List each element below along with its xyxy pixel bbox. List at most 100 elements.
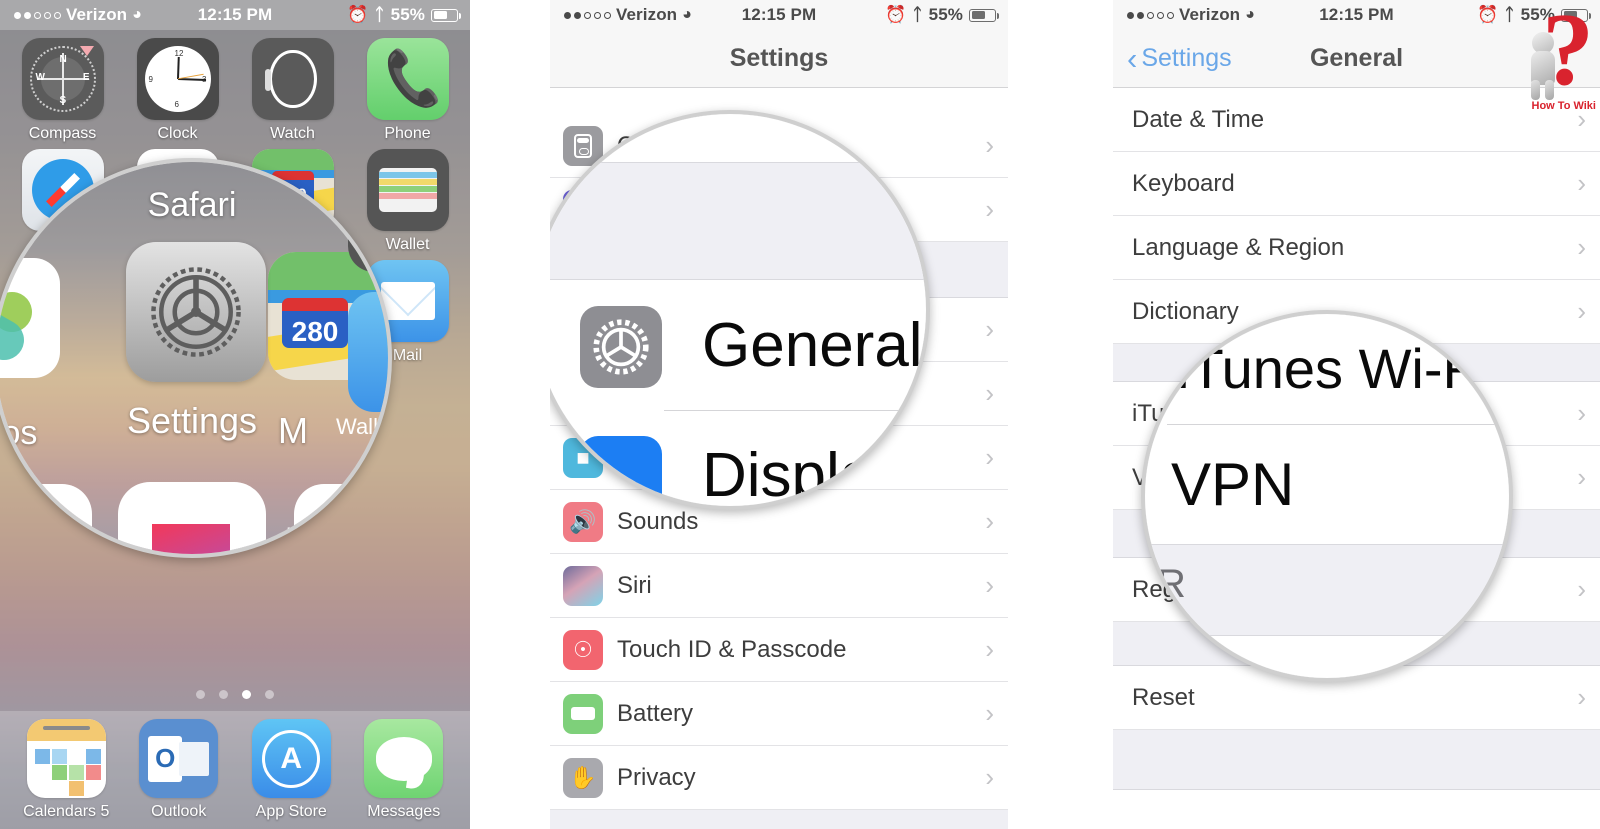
bluetooth-icon: ᛏ [912,5,923,24]
dock-app-messages[interactable]: Messages [353,719,454,821]
magnified-photos-icon [0,258,60,378]
chevron-right-icon: › [1577,232,1586,262]
settings-navbar: Settings [550,30,1008,88]
watermark-text: How To Wiki [1531,100,1596,112]
general-settings-panel: Verizon ◕ 12:15 PM ⏰ ᛏ 55% ‹ Settings Ge… [1113,0,1600,829]
chevron-left-icon: ‹ [1127,41,1138,76]
magnified-label-vpn: VPN [1171,451,1295,518]
magnifier-vpn-row: iTunes Wi-Fi S VPN R [1141,310,1513,682]
magnified-label-settings: Settings [126,400,258,441]
chevron-right-icon: › [1577,574,1586,604]
app-label: Mail [392,347,423,364]
touch-id-fingerprint-icon: ☉ [563,629,603,670]
carrier-label: Verizon [616,5,678,24]
app-label: Compass [28,125,97,142]
magnified-settings-gear-icon[interactable] [126,242,266,382]
bluetooth-icon: ᛏ [374,5,385,24]
alarm-clock-icon: ⏰ [347,5,369,24]
app-label: Messages [367,803,441,820]
outlook-icon: O [139,719,219,798]
chevron-right-icon: › [985,506,994,536]
messages-icon [364,719,444,798]
alarm-clock-icon: ⏰ [885,5,907,24]
signal-strength-dots [1127,11,1174,19]
watch-icon [251,38,334,120]
chevron-right-icon: › [1577,682,1586,712]
app-clock[interactable]: 12 3 6 9 Clock [127,38,228,143]
sounds-speaker-icon: 🔊 [563,501,603,542]
magnified-row-divider [664,410,926,411]
watermark-figure [1524,32,1566,100]
status-bar-home: Verizon ◕ 12:15 PM ⏰ ᛏ 55% [0,0,470,30]
carrier-label: Verizon [1179,5,1241,24]
app-label: Phone [384,125,431,142]
settings-row-siri[interactable]: Siri › [550,554,1008,618]
settings-row-touch-id[interactable]: ☉ Touch ID & Passcode › [550,618,1008,682]
signal-strength-dots [564,11,611,19]
app-label: Watch [270,125,315,142]
battery-icon [563,693,603,734]
row-label: Language & Region [1132,233,1345,261]
magnified-general-gear-icon [580,306,662,388]
magnified-wallet-icon [348,162,388,272]
home-row-1: W E N S Compass 12 3 [12,38,458,143]
magnified-label-regulatory-partial: R [1157,562,1186,606]
dock-app-outlook[interactable]: O Outlook [128,719,229,821]
app-label: Outlook [151,803,207,820]
clock-icon: 12 3 6 9 [136,38,219,120]
list-row-partial-top [550,88,1008,114]
general-group-footer [1113,730,1600,790]
chevron-right-icon: › [1577,462,1586,492]
app-phone[interactable]: 📞 Phone [357,38,458,143]
chevron-right-icon: › [985,634,994,664]
row-label: Reset [1132,683,1195,711]
status-bar-left: Verizon ◕ [1113,5,1255,25]
dock-app-calendars[interactable]: Calendars 5 [16,719,117,821]
magnified-mail-icon [348,292,388,412]
app-label: Wallet [385,236,430,253]
wifi-icon: ◕ [682,6,692,23]
app-label: App Store [255,803,327,820]
magnifier-general-row: General Display & [550,110,930,510]
row-label: Sounds [617,507,699,535]
chevron-right-icon: › [985,130,994,160]
battery-icon [969,8,999,22]
magnified-label-safari: Safari [147,186,237,224]
page-title: General [1309,44,1404,72]
magnified-label-drive: Drive [286,524,336,547]
settings-group-footer [550,810,1008,829]
chevron-right-icon: › [985,442,994,472]
chevron-right-icon: › [1577,398,1586,428]
magnifier-settings-app: Safari tos 280 M Wallet [0,158,392,558]
settings-row-privacy[interactable]: ✋ Privacy › [550,746,1008,810]
magnified-label-itunes-wifi-sync: iTunes Wi-Fi S [1177,337,1513,400]
row-label: Siri [617,571,652,599]
magnified-group-separator [550,162,926,280]
dock-app-app-store[interactable]: A App Store [241,719,342,821]
general-row-language-region[interactable]: Language & Region › [1113,216,1600,280]
general-row-keyboard[interactable]: Keyboard › [1113,152,1600,216]
app-watch[interactable]: Watch [242,38,343,143]
chevron-right-icon: › [985,698,994,728]
wifi-icon: ◕ [132,6,142,23]
screenshot-stage: Verizon ◕ 12:15 PM ⏰ ᛏ 55% W E N S Compa… [0,0,1600,829]
row-label: Battery [617,699,694,727]
magnified-label-clips: Clips [38,524,85,547]
compass-icon: W E N S [21,38,104,120]
status-bar-left: Verizon ◕ [550,5,692,25]
settings-app-panel: Verizon ◕ 12:15 PM ⏰ ᛏ 55% Settings › › … [550,0,1008,829]
chevron-right-icon: › [985,194,994,224]
carrier-label: Verizon [66,5,128,24]
magnified-label-display: Display & [702,441,926,510]
settings-row-battery[interactable]: Battery › [550,682,1008,746]
status-bar-right: ⏰ ᛏ 55% [885,5,1008,25]
back-button-label: Settings [1141,44,1232,72]
battery-percent-label: 55% [928,5,963,24]
wifi-icon: ◕ [1245,6,1255,23]
row-label: Keyboard [1132,169,1235,197]
row-label: Touch ID & Passcode [617,635,847,663]
magnified-group-separator [1145,544,1509,636]
app-store-icon: A [251,719,331,798]
back-button[interactable]: ‹ Settings [1127,43,1232,74]
app-compass[interactable]: W E N S Compass [12,38,113,143]
